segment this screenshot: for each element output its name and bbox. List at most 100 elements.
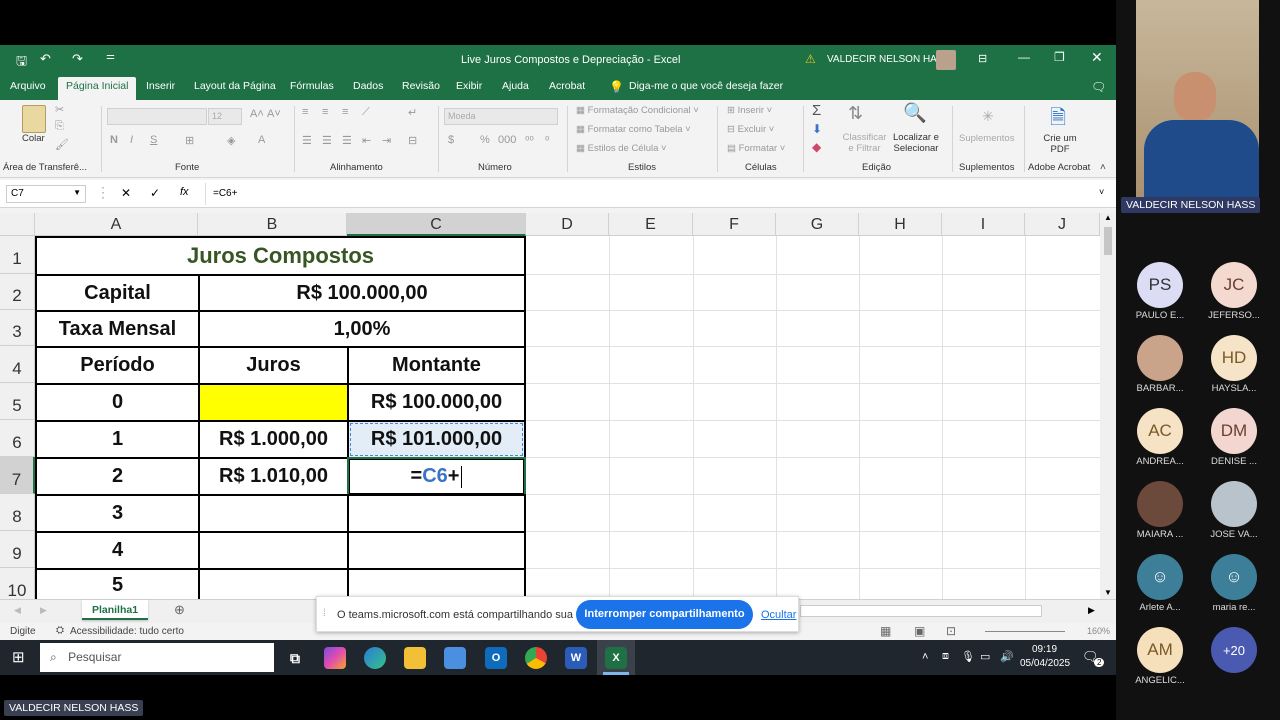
format-painter-icon[interactable]: 🖌 (55, 138, 69, 151)
borders-icon[interactable]: ⊞ (185, 134, 194, 147)
scroll-down-icon[interactable]: ▼ (1104, 588, 1112, 597)
cell-b7[interactable]: R$ 1.010,00 (198, 457, 349, 496)
cell-c9[interactable] (347, 531, 526, 570)
mic-icon[interactable]: 🎙 (961, 650, 975, 663)
row-header-4[interactable]: 4 (0, 346, 35, 383)
taskbar-search[interactable]: ⌕ Pesquisar (40, 643, 274, 672)
cut-icon[interactable]: ✂ (55, 103, 64, 116)
prev-sheet-icon[interactable]: ◀ (14, 605, 21, 616)
cell-a10[interactable]: 5 (35, 568, 200, 599)
worksheet-grid[interactable]: A B C D E F G H I J 1 2 3 4 5 6 7 8 9 10 (0, 213, 1100, 599)
copilot-icon[interactable] (324, 647, 346, 669)
addins-button[interactable]: Suplementos (959, 133, 1014, 144)
clock-time[interactable]: 09:19 (1032, 644, 1057, 655)
tab-ajuda[interactable]: Ajuda (502, 80, 529, 92)
insert-cells-button[interactable]: ⊞ Inserir ˅ (727, 105, 772, 116)
find-icon[interactable]: 🔍 (903, 101, 927, 125)
row-header-10[interactable]: 10 (0, 568, 35, 599)
chrome-icon[interactable] (525, 647, 547, 669)
row-header-6[interactable]: 6 (0, 420, 35, 457)
cell-b4[interactable]: Juros (198, 346, 349, 385)
tab-exibir[interactable]: Exibir (456, 80, 482, 92)
participant-tile[interactable]: PS PAULO E... (1130, 262, 1190, 321)
scroll-thumb[interactable] (1104, 227, 1112, 255)
sort-filter-button[interactable]: Classificar e Filtrar (842, 132, 887, 154)
enter-icon[interactable]: ✓ (150, 186, 160, 200)
page-break-icon[interactable]: ⊡ (946, 624, 956, 638)
participant-tile[interactable]: ☺ Arlete A... (1130, 554, 1190, 613)
italic-icon[interactable]: I (130, 134, 133, 146)
align-right-icon[interactable]: ☰ (342, 134, 352, 147)
font-color-icon[interactable]: A (258, 134, 265, 146)
clear-icon[interactable]: ◆ (812, 140, 821, 154)
merge-icon[interactable]: ⊟ (408, 134, 417, 147)
bold-icon[interactable]: N (110, 134, 118, 146)
zoom-level[interactable]: 160% (1087, 626, 1110, 636)
column-header-j[interactable]: J (1025, 213, 1100, 236)
row-header-3[interactable]: 3 (0, 310, 35, 346)
accessibility-icon[interactable]: ⛭ (56, 625, 64, 636)
row-header-2[interactable]: 2 (0, 274, 35, 310)
tab-pagina-inicial[interactable]: Página Inicial (58, 77, 137, 100)
thousands-icon[interactable]: 000 (498, 134, 516, 146)
tell-me-box[interactable]: Diga-me o que você deseja fazer (629, 80, 783, 92)
create-pdf-button[interactable]: Crie um PDF (1038, 133, 1082, 155)
autosum-icon[interactable]: Σ (812, 102, 821, 119)
addins-icon[interactable]: ✳ (982, 108, 994, 125)
orientation-icon[interactable]: ⟋ (362, 106, 370, 119)
format-cells-button[interactable]: ▤ Formatar ˅ (727, 143, 785, 154)
column-header-h[interactable]: H (859, 213, 942, 236)
task-view-icon[interactable]: ⧉ (284, 647, 306, 669)
participant-tile[interactable]: DM DENISE ... (1204, 408, 1264, 467)
save-icon[interactable]: 🖫 (16, 52, 27, 74)
zoom-slider[interactable] (985, 631, 1065, 632)
column-header-c[interactable]: C (347, 213, 526, 236)
align-middle-icon[interactable]: ≡ (322, 106, 328, 118)
tray-chevron-icon[interactable]: ˄ (922, 651, 928, 663)
clock-date[interactable]: 05/04/2025 (1020, 658, 1070, 669)
delete-cells-button[interactable]: ⊟ Excluir ˅ (727, 124, 774, 135)
cell-b8[interactable] (198, 494, 349, 533)
cancel-icon[interactable]: ✕ (121, 186, 131, 200)
align-top-icon[interactable]: ≡ (302, 106, 308, 118)
tab-inserir[interactable]: Inserir (146, 80, 175, 92)
minimize-icon[interactable]: — (1018, 50, 1030, 64)
accessibility-status[interactable]: Acessibilidade: tudo certo (70, 626, 184, 637)
participant-tile[interactable]: BARBAR... (1130, 335, 1190, 394)
maximize-icon[interactable]: ❐ (1054, 50, 1065, 64)
outdent-icon[interactable]: ⇥ (382, 134, 391, 147)
currency-icon[interactable]: $ (448, 134, 454, 146)
column-header-f[interactable]: F (693, 213, 776, 236)
cell-b2[interactable]: R$ 100.000,00 (198, 274, 526, 312)
tab-dados[interactable]: Dados (353, 80, 383, 92)
copy-icon[interactable]: ⎘ (55, 120, 64, 133)
conditional-format-button[interactable]: ▦ Formatação Condicional ˅ (576, 105, 699, 116)
ribbon-display-icon[interactable]: ⊟ (978, 52, 987, 65)
participant-tile[interactable]: AC ANDREA... (1130, 408, 1190, 467)
next-sheet-icon[interactable]: ▶ (40, 605, 47, 616)
undo-icon[interactable]: ↶ (40, 51, 51, 67)
participant-tile[interactable]: HD HAYSLA... (1204, 335, 1264, 394)
cell-c8[interactable] (347, 494, 526, 533)
drag-handle-icon[interactable]: ⁞ (323, 608, 326, 619)
cell-b9[interactable] (198, 531, 349, 570)
redo-icon[interactable]: ↷ (72, 51, 83, 67)
scroll-right-icon[interactable]: ▶ (1088, 605, 1095, 616)
camera-icon[interactable]: ⧈ (942, 650, 949, 663)
font-name-field[interactable] (107, 108, 207, 125)
cell-a9[interactable]: 4 (35, 531, 200, 570)
align-bottom-icon[interactable]: ≡ (342, 106, 348, 118)
find-select-button[interactable]: Localizar e Selecionar (888, 132, 944, 154)
row-header-5[interactable]: 5 (0, 383, 35, 420)
cell-c10[interactable] (347, 568, 526, 599)
cell-a3[interactable]: Taxa Mensal (35, 310, 200, 348)
align-center-icon[interactable]: ☰ (322, 134, 332, 147)
cell-b3[interactable]: 1,00% (198, 310, 526, 348)
row-header-1[interactable]: 1 (0, 236, 35, 274)
horizontal-scrollbar[interactable] (800, 605, 1042, 617)
grow-font-icon[interactable]: A˄ (250, 108, 264, 120)
comments-icon[interactable]: 🗨 (1091, 80, 1106, 94)
participant-tile[interactable]: MAIARA ... (1130, 481, 1190, 540)
paste-icon[interactable] (22, 105, 46, 133)
start-icon[interactable]: ⊞ (12, 648, 25, 666)
